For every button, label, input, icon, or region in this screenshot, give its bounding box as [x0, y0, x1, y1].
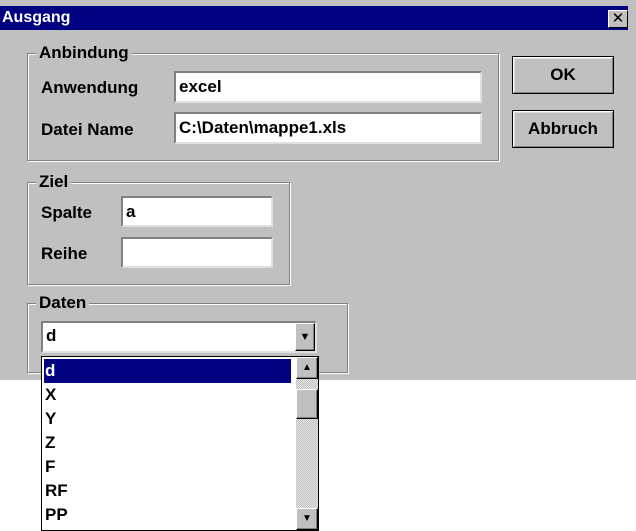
spalte-field[interactable]: a — [121, 196, 273, 227]
arrow-down-icon: ▼ — [302, 513, 312, 524]
scrollbar-track[interactable]: ▲ ▼ — [296, 357, 318, 530]
list-item[interactable]: X — [44, 383, 291, 407]
scroll-up-button[interactable]: ▲ — [296, 357, 318, 379]
title-bar: Ausgang ✕ — [0, 6, 628, 30]
chevron-down-icon: ▼ — [299, 331, 311, 343]
anwendung-field[interactable]: excel — [174, 71, 482, 103]
arrow-up-icon: ▲ — [302, 362, 312, 373]
scroll-thumb[interactable] — [296, 389, 318, 419]
scroll-down-button[interactable]: ▼ — [296, 508, 318, 530]
reihe-label: Reihe — [41, 244, 88, 263]
list-item[interactable]: PP — [44, 503, 291, 527]
group-daten-title: Daten — [36, 292, 90, 314]
datei-name-field[interactable]: C:\Daten\mappe1.xls — [174, 112, 482, 144]
spalte-label: Spalte — [41, 203, 93, 222]
ok-button[interactable]: OK — [512, 56, 614, 94]
close-button[interactable]: ✕ — [608, 10, 628, 28]
cancel-button[interactable]: Abbruch — [512, 110, 614, 148]
anwendung-label: Anwendung — [41, 78, 139, 97]
group-anbindung-title: Anbindung — [36, 42, 132, 64]
daten-dropdown-list: d X Y Z F RF PP ▲ ▼ — [41, 356, 319, 531]
daten-selected-value: d — [46, 326, 57, 345]
reihe-field[interactable] — [121, 237, 273, 268]
window-title: Ausgang — [2, 9, 71, 26]
list-item[interactable]: Y — [44, 407, 291, 431]
close-icon: ✕ — [611, 10, 625, 27]
list-item[interactable]: Z — [44, 431, 291, 455]
daten-combobox[interactable]: d ▼ — [41, 321, 317, 353]
list-item[interactable]: RF — [44, 479, 291, 503]
group-anbindung: Anbindung — [27, 42, 499, 161]
dropdown-button[interactable]: ▼ — [295, 323, 315, 351]
dialog-window: Ausgang ✕ Anbindung Anwendung excel Date… — [0, 0, 636, 380]
group-ziel-title: Ziel — [36, 171, 72, 193]
datei-name-label: Datei Name — [41, 120, 134, 139]
list-item[interactable]: F — [44, 455, 291, 479]
list-item[interactable]: d — [44, 359, 291, 383]
